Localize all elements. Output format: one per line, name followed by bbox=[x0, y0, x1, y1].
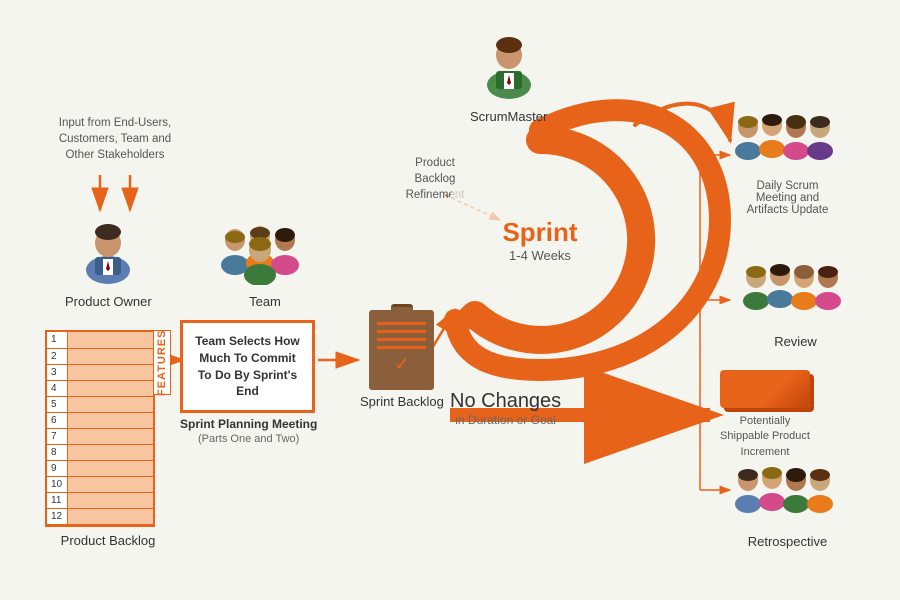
input-line1: Input from End-Users, bbox=[59, 117, 171, 129]
backlog-row: 5 bbox=[47, 396, 153, 412]
shippable-box-icon bbox=[720, 370, 810, 408]
diagram: Input from End-Users, Customers, Team an… bbox=[0, 0, 900, 600]
no-changes-subtitle: in Duration or Goal bbox=[450, 413, 561, 427]
daily-scrum-icon bbox=[730, 105, 845, 175]
no-changes-area: No Changes in Duration or Goal bbox=[450, 390, 561, 427]
daily-scrum-line3: Artifacts Update bbox=[730, 204, 845, 216]
shippable-line3: Increment bbox=[741, 446, 790, 458]
sprint-backlog-label: Sprint Backlog bbox=[360, 394, 444, 409]
backlog-row: 3 bbox=[47, 364, 153, 380]
product-backlog-area: 1 2 3 4 5 6 7 8 9 10 11 12 FEATURES Prod… bbox=[45, 330, 171, 548]
shippable-line1: Potentially bbox=[740, 415, 791, 427]
backlog-row: 11 bbox=[47, 492, 153, 508]
scrum-master-icon bbox=[474, 25, 544, 100]
product-owner-label: Product Owner bbox=[65, 294, 152, 309]
product-owner-area: Product Owner bbox=[65, 215, 152, 309]
input-line2: Customers, Team and bbox=[59, 133, 171, 145]
backlog-row: 7 bbox=[47, 428, 153, 444]
sprint-title: Sprint bbox=[502, 217, 577, 248]
backlog-row: 8 bbox=[47, 444, 153, 460]
scrum-master-area: ScrumMaster bbox=[470, 25, 547, 124]
backlog-label: Product Backlog bbox=[45, 533, 171, 548]
sprint-circle-area: Sprint 1-4 Weeks bbox=[420, 120, 660, 360]
input-line3: Other Stakeholders bbox=[65, 149, 164, 161]
sprint-text: Sprint 1-4 Weeks bbox=[502, 217, 577, 263]
retrospective-label: Retrospective bbox=[730, 534, 845, 549]
sprint-ring: Sprint 1-4 Weeks bbox=[420, 120, 660, 360]
team-icon bbox=[215, 215, 315, 285]
shippable-label: Potentially Shippable Product Increment bbox=[720, 414, 810, 460]
sprint-planning-box-text: Team Selects How Much To Commit To Do By… bbox=[195, 334, 299, 398]
backlog-row: 9 bbox=[47, 460, 153, 476]
backlog-row: 1 bbox=[47, 332, 153, 348]
backlog-row: 6 bbox=[47, 412, 153, 428]
retrospective-area: Retrospective bbox=[730, 460, 845, 549]
sprint-planning-box: Team Selects How Much To Commit To Do By… bbox=[180, 320, 315, 413]
sprint-weeks: 1-4 Weeks bbox=[502, 248, 577, 263]
features-label: FEATURES bbox=[153, 330, 171, 395]
product-owner-icon bbox=[73, 215, 143, 285]
shippable-line2: Shippable Product bbox=[720, 430, 810, 442]
sprint-planning-title: Sprint Planning Meeting bbox=[180, 417, 317, 431]
team-label: Team bbox=[215, 294, 315, 309]
daily-scrum-line1: Daily Scrum bbox=[730, 180, 845, 192]
review-area: Review bbox=[738, 255, 853, 349]
backlog-list: 1 2 3 4 5 6 7 8 9 10 11 12 bbox=[45, 330, 155, 527]
sprint-planning-subtitle: (Parts One and Two) bbox=[180, 433, 317, 445]
shippable-area: Potentially Shippable Product Increment bbox=[720, 370, 810, 460]
no-changes-title: No Changes bbox=[450, 390, 561, 413]
daily-scrum-area: Daily Scrum Meeting and Artifacts Update bbox=[730, 105, 845, 216]
retrospective-icon bbox=[730, 460, 845, 525]
backlog-row: 4 bbox=[47, 380, 153, 396]
backlog-row: 10 bbox=[47, 476, 153, 492]
backlog-row: 2 bbox=[47, 348, 153, 364]
sprint-planning-area: Team Selects How Much To Commit To Do By… bbox=[180, 320, 317, 445]
review-label: Review bbox=[738, 334, 853, 349]
input-text: Input from End-Users, Customers, Team an… bbox=[55, 115, 175, 163]
review-icon bbox=[738, 255, 853, 325]
backlog-row: 12 bbox=[47, 508, 153, 524]
team-area: Team bbox=[215, 215, 315, 309]
daily-scrum-line2: Meeting and bbox=[730, 192, 845, 204]
